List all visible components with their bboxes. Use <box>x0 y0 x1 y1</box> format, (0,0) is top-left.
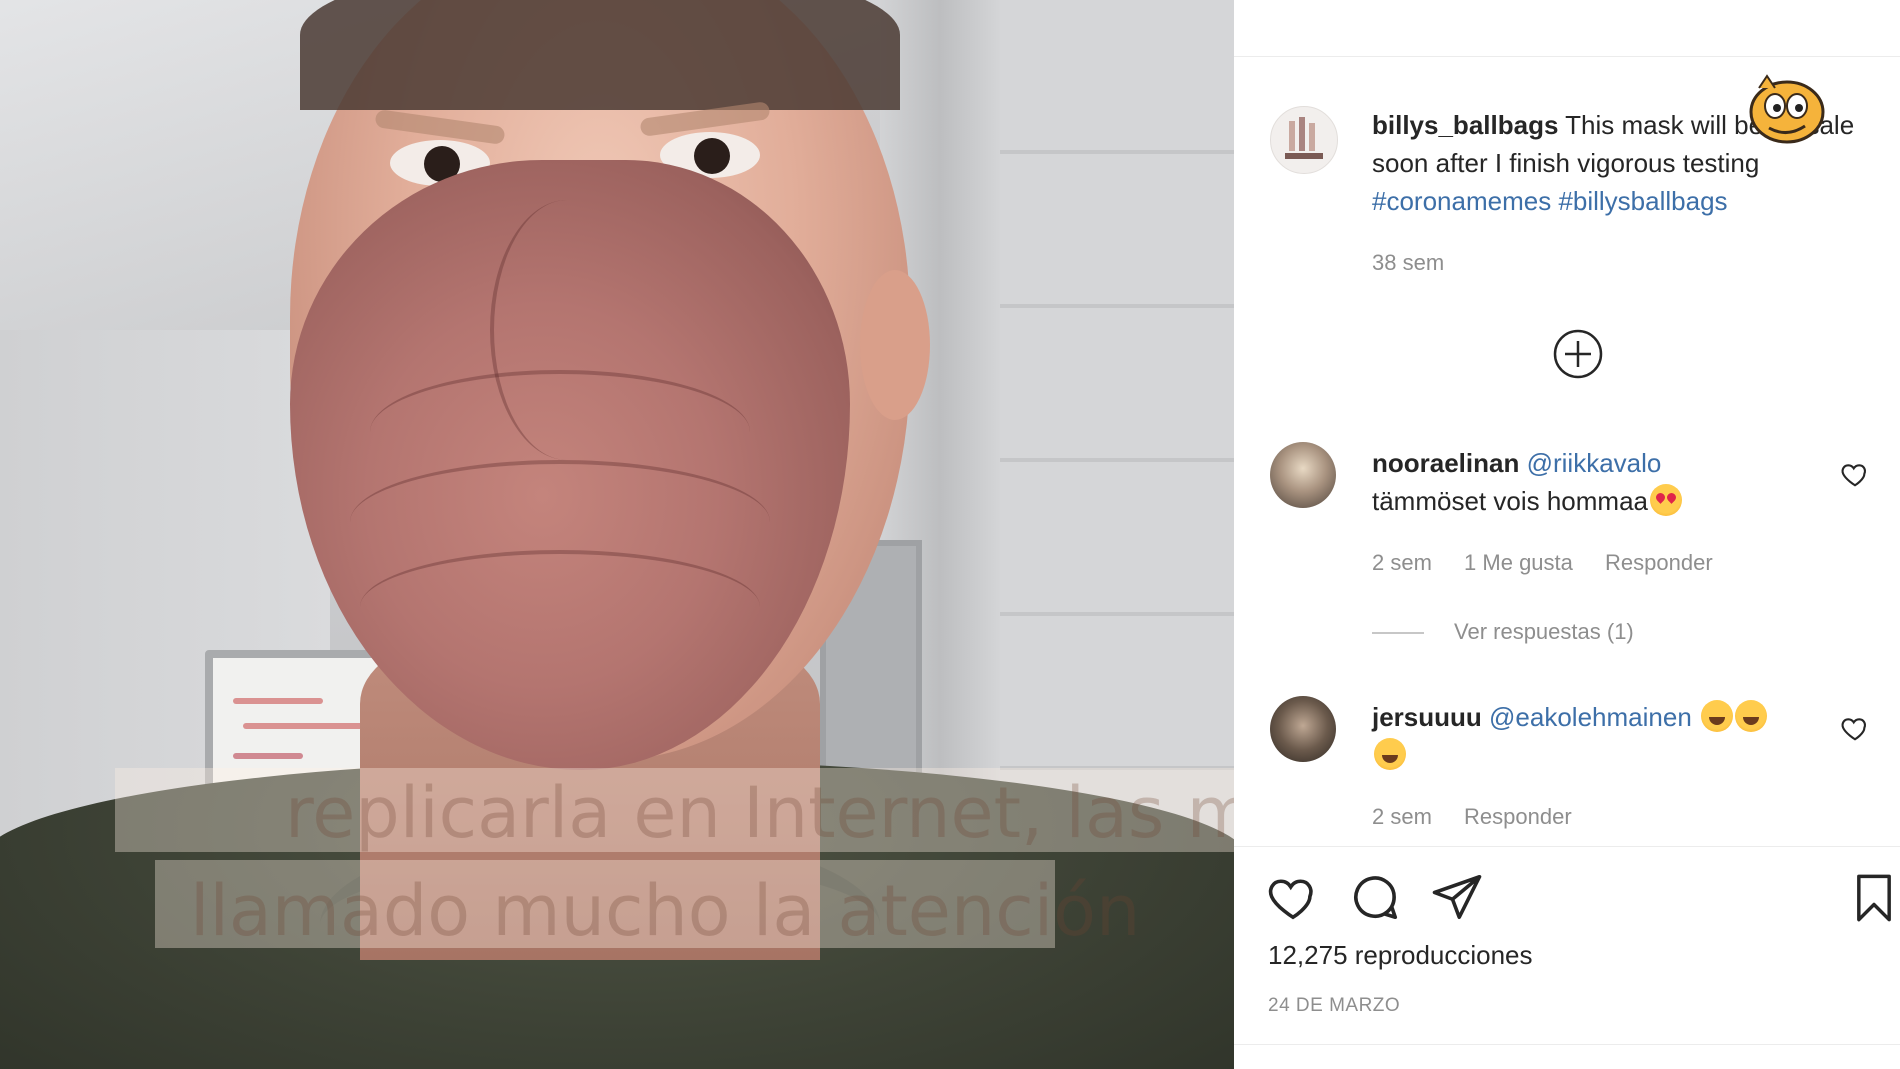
reply-button[interactable]: Responder <box>1605 550 1713 575</box>
heart-icon[interactable] <box>1266 870 1320 924</box>
comment-meta: 2 sem Responder <box>1372 804 1598 830</box>
comment-body: jersuuuu @eakolehmainen <box>1372 698 1842 774</box>
view-replies-button[interactable]: Ver respuestas (1) <box>1454 619 1634 645</box>
video-player[interactable]: replicarla en Internet, las m llamado mu… <box>0 0 1234 1069</box>
comment-likes[interactable]: 1 Me gusta <box>1464 550 1573 575</box>
paper-plane-icon[interactable] <box>1430 870 1484 924</box>
like-comment-heart-icon[interactable] <box>1840 459 1870 489</box>
reply-button[interactable]: Responder <box>1464 804 1572 829</box>
like-comment-heart-icon[interactable] <box>1840 713 1870 743</box>
load-more-comments-icon[interactable] <box>1552 328 1604 380</box>
post-date: 24 DE MARZO <box>1268 995 1401 1016</box>
subtitle-line-1: replicarla en Internet, las m <box>285 772 1234 854</box>
comment-body: nooraelinan @riikkavalo tämmöset vois ho… <box>1372 444 1842 520</box>
person-hair <box>300 0 900 110</box>
header-divider <box>1234 56 1900 57</box>
laughing-emoji-icon <box>1701 700 1734 732</box>
bookmark-icon[interactable] <box>1848 870 1900 926</box>
laughing-emoji-icon <box>1735 700 1768 732</box>
person-ear <box>860 270 930 420</box>
author-avatar[interactable] <box>1270 106 1338 174</box>
comment-age: 2 sem <box>1372 550 1432 575</box>
mention-link[interactable]: @riikkavalo <box>1527 448 1662 478</box>
footer-divider <box>1234 1044 1900 1045</box>
post-sidebar: billys_ballbags This mask will be on sal… <box>1234 0 1900 1069</box>
commenter-username[interactable]: nooraelinan <box>1372 448 1519 478</box>
actions-divider <box>1234 846 1900 847</box>
mention-link[interactable]: @eakolehmainen <box>1489 702 1692 732</box>
hashtag-link[interactable]: #coronamemes <box>1372 186 1551 216</box>
cartoon-sticker-icon <box>1749 74 1825 144</box>
post-age: 38 sem <box>1372 250 1445 275</box>
author-username[interactable]: billys_ballbags <box>1372 110 1558 140</box>
commenter-avatar[interactable] <box>1270 696 1336 762</box>
comment-icon[interactable] <box>1348 870 1402 924</box>
subtitle-line-2: llamado mucho la atención <box>190 870 1141 952</box>
commenter-avatar[interactable] <box>1270 442 1336 508</box>
laughing-emoji-icon <box>1374 738 1406 770</box>
view-count[interactable]: 12,275 reproducciones <box>1268 940 1533 971</box>
hashtag-link[interactable]: #billysballbags <box>1558 186 1727 216</box>
commenter-username[interactable]: jersuuuu <box>1372 702 1482 732</box>
comment-age: 2 sem <box>1372 804 1432 829</box>
comment-meta: 2 sem 1 Me gusta Responder <box>1372 550 1739 576</box>
heart-eyes-emoji-icon <box>1649 484 1682 516</box>
replies-line <box>1372 632 1424 634</box>
comment-text: tämmöset vois hommaa <box>1372 486 1648 516</box>
